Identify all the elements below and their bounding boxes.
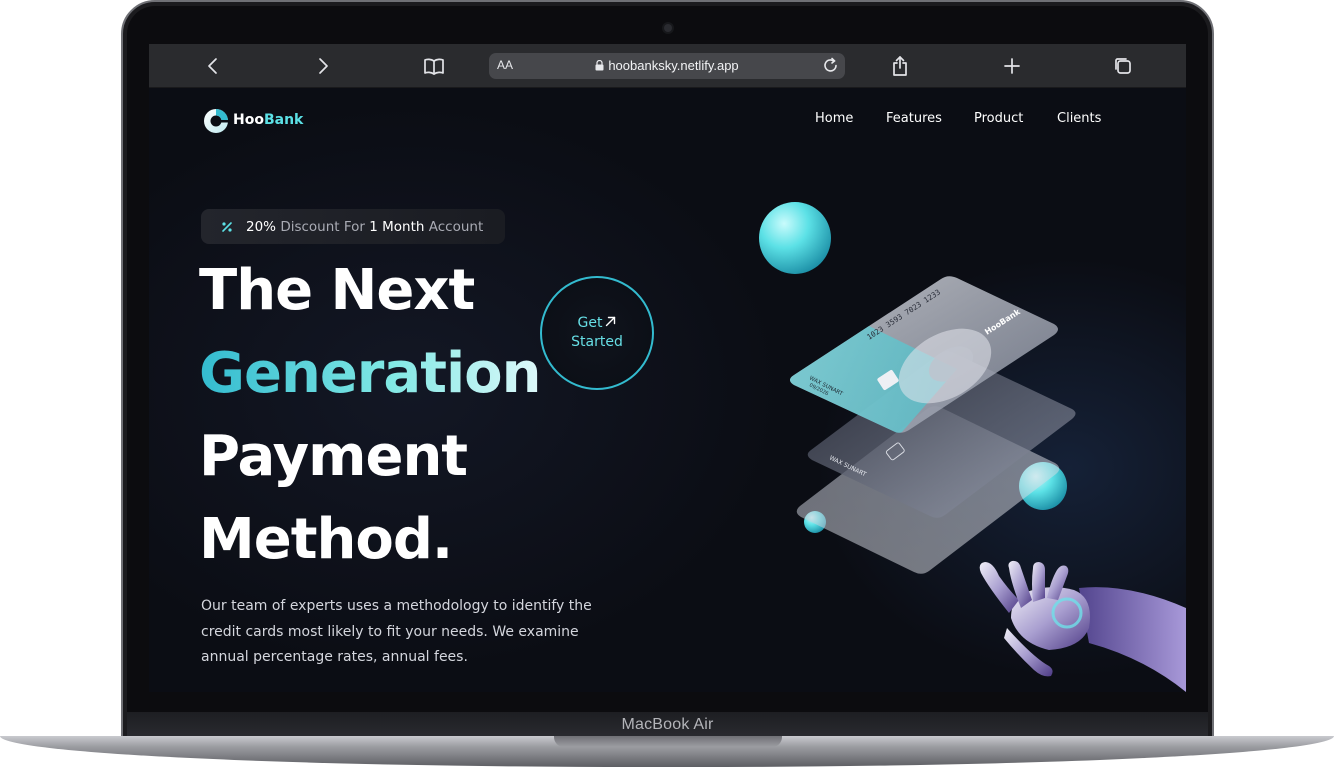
nav-product[interactable]: Product xyxy=(974,111,1023,126)
get-started-line2: Started xyxy=(571,334,623,350)
logo[interactable]: HooBank xyxy=(202,106,303,134)
robot-finger-2 xyxy=(1032,562,1045,602)
share-icon[interactable] xyxy=(888,54,912,78)
laptop-screen: AA hoobanksky.netlify.app HooBank Home F… xyxy=(149,44,1186,692)
get-started-button[interactable]: Get Started xyxy=(540,276,654,390)
webcam xyxy=(664,24,672,32)
laptop-chin: MacBook Air xyxy=(127,712,1208,738)
robot-arm xyxy=(1079,587,1186,692)
nav-home[interactable]: Home xyxy=(815,111,853,126)
device-label: MacBook Air xyxy=(621,716,714,733)
hero-title-line4: Method. xyxy=(199,507,453,572)
discount-duration: 1 Month xyxy=(369,218,425,235)
discount-badge: 20% Discount For 1 Month Account xyxy=(201,209,505,244)
browser-toolbar: AA hoobanksky.netlify.app xyxy=(149,44,1186,88)
reload-icon[interactable] xyxy=(822,57,839,78)
sphere-large xyxy=(759,202,831,274)
hero-title-line2: Generation xyxy=(199,341,542,406)
hoobank-logo-icon xyxy=(204,109,229,133)
forward-icon[interactable] xyxy=(311,54,335,78)
url-text: hoobanksky.netlify.app xyxy=(608,58,739,73)
discount-text: 20% Discount For 1 Month Account xyxy=(246,219,483,235)
discount-percent: 20% xyxy=(246,218,277,235)
hoobank-website: HooBank Home Features Product Clients 20… xyxy=(149,88,1186,692)
hero-title-line1: The Next xyxy=(199,258,475,323)
lock-icon xyxy=(595,59,604,74)
bookmarks-icon[interactable] xyxy=(422,54,446,78)
logo-text-bank: Bank xyxy=(263,112,304,128)
hero-title-line3: Payment xyxy=(199,424,468,489)
discount-icon xyxy=(216,216,238,238)
new-tab-icon[interactable] xyxy=(1000,54,1024,78)
discount-text-part1: Discount For xyxy=(280,218,365,235)
laptop-base-notch xyxy=(554,736,782,747)
nav-features[interactable]: Features xyxy=(886,111,942,126)
arrow-up-right-icon xyxy=(605,314,616,333)
get-started-line1: Get xyxy=(577,315,603,331)
url-display: hoobanksky.netlify.app xyxy=(489,58,845,74)
discount-text-part2: Account xyxy=(428,218,484,235)
hero-illustration: WAX SUNART 1023 3593 7023 1233 HooBank W… xyxy=(759,202,1186,692)
logo-text: HooBank xyxy=(233,112,303,128)
tabs-overview-icon[interactable] xyxy=(1111,54,1135,78)
hero-description: Our team of experts uses a methodology t… xyxy=(201,598,592,665)
get-started-line1-wrap: Get xyxy=(578,314,617,333)
back-icon[interactable] xyxy=(201,54,225,78)
address-bar[interactable]: AA hoobanksky.netlify.app xyxy=(489,53,845,79)
nav-clients[interactable]: Clients xyxy=(1057,111,1101,126)
logo-text-hoo: Hoo xyxy=(233,112,264,128)
